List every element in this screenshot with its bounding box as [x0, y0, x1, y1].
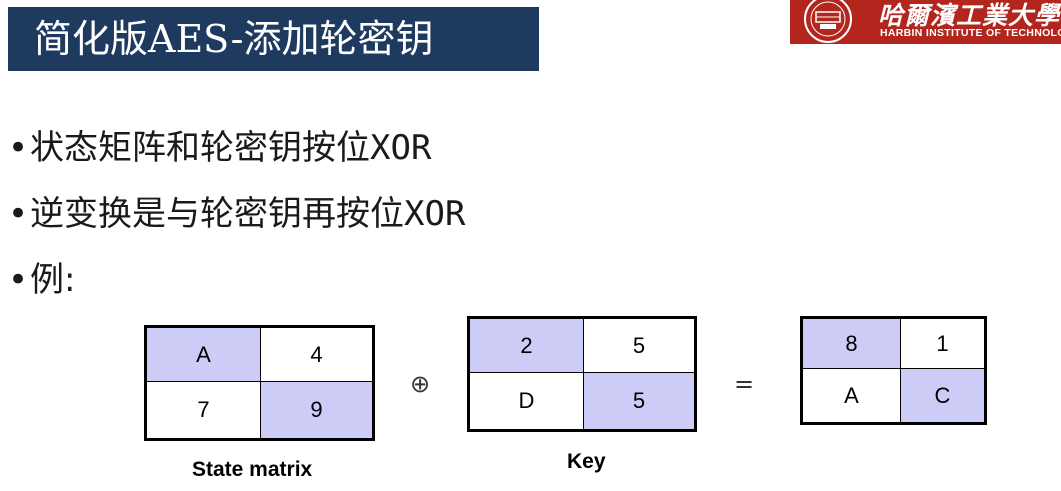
seal-icon	[804, 0, 852, 43]
key-cell: D	[470, 373, 584, 429]
slide-title: 简化版AES-添加轮密钥	[34, 17, 434, 61]
result-cell: 1	[901, 319, 984, 369]
key-cell: 5	[584, 373, 694, 429]
equals-operator: =	[734, 370, 755, 398]
bullet-item-2: •逆变换是与轮密钥再按位XOR	[8, 192, 465, 236]
bullet-item-3: •例:	[8, 258, 75, 302]
bullet-term: XOR	[370, 128, 432, 168]
state-cell: A	[147, 328, 261, 382]
xor-operator: ⊕	[410, 370, 431, 398]
state-cell: 4	[261, 328, 372, 382]
bullet-text: 逆变换是与轮密钥再按位	[30, 194, 404, 234]
bullet-text: 状态矩阵和轮密钥按位	[30, 128, 370, 168]
university-logo: 哈爾濱工業大學 HARBIN INSTITUTE OF TECHNOLOGY	[790, 0, 1061, 44]
result-matrix: 8 1 A C	[800, 316, 987, 425]
result-cell: C	[901, 369, 984, 422]
key-matrix-caption: Key	[567, 450, 606, 473]
state-matrix-caption: State matrix	[192, 458, 313, 481]
bullet-term: XOR	[404, 194, 466, 234]
key-matrix: 2 5 D 5	[467, 316, 697, 432]
key-cell: 2	[470, 319, 584, 373]
state-cell: 9	[261, 382, 372, 438]
logo-english-name: HARBIN INSTITUTE OF TECHNOLOGY	[880, 27, 1061, 39]
result-cell: 8	[803, 319, 901, 369]
state-cell: 7	[147, 382, 261, 438]
state-matrix: A 4 7 9	[144, 325, 375, 441]
bullet-dot: •	[8, 260, 29, 300]
bullet-text: 例:	[30, 260, 76, 300]
result-cell: A	[803, 369, 901, 422]
title-bar: 简化版AES-添加轮密钥	[8, 7, 539, 71]
bullet-dot: •	[8, 194, 29, 234]
key-cell: 5	[584, 319, 694, 373]
bullet-dot: •	[8, 128, 29, 168]
bullet-item-1: •状态矩阵和轮密钥按位XOR	[8, 126, 431, 170]
